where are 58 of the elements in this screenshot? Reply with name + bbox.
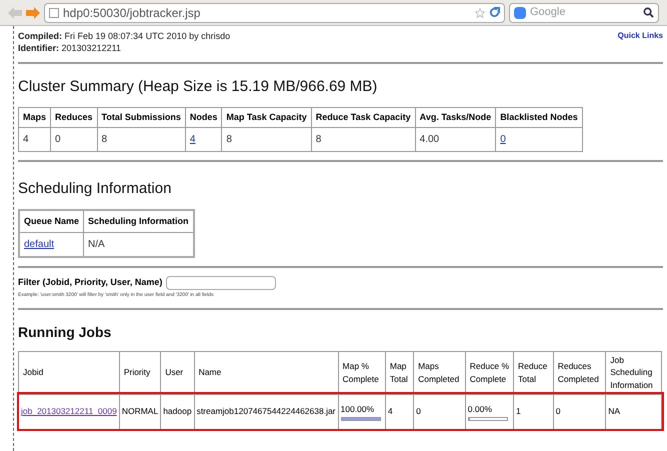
column-header: Blacklisted Nodes — [500, 112, 578, 122]
table-cell: 8 — [102, 134, 108, 145]
column-header: Reduces — [55, 112, 93, 122]
column-header: Maps — [23, 112, 46, 122]
filter-field[interactable] — [166, 276, 276, 290]
page-icon — [49, 8, 59, 18]
search-icon[interactable] — [643, 7, 654, 18]
address-text: hdp0:50030/jobtracker.jsp — [63, 4, 202, 22]
table-cell: hadoop — [163, 406, 192, 416]
table-cell: 0 — [556, 406, 560, 416]
column-header: Map % Complete — [342, 360, 379, 384]
table-cell: 8 — [316, 134, 322, 145]
percent-text: 100.00% — [340, 402, 376, 416]
table-cell: 0 — [416, 406, 421, 416]
table-cell-link[interactable]: 4 — [190, 134, 196, 145]
percent-text: 0.00% — [468, 402, 493, 416]
table-cell: 4 — [23, 134, 29, 145]
table-cell: 4 — [388, 406, 393, 416]
search-placeholder: Google — [530, 5, 566, 20]
column-header: Jobid — [23, 367, 44, 378]
quick-links-link[interactable]: Quick Links — [618, 30, 663, 54]
address-bar[interactable]: hdp0:50030/jobtracker.jsp — [44, 2, 505, 22]
star-icon[interactable] — [475, 8, 485, 18]
column-header: Priority — [124, 367, 150, 378]
table-cell: N/A — [88, 239, 105, 250]
table-cell: streamjob1207467544224462638.jar — [196, 406, 336, 416]
column-header: User — [165, 367, 184, 378]
table-cell: 1 — [516, 406, 521, 416]
job-row[interactable]: job_201303212211_0009 NORMAL hadoop streamjob1207467544224462638.jar 100.00% 4 0 0.00% 1 0 NA — [18, 394, 662, 429]
column-header: Map Total — [390, 360, 408, 384]
section-title: Cluster Summary (Heap Size is 15.19 MB/966.69 MB) — [18, 77, 378, 97]
section-title: Scheduling Information — [18, 179, 172, 199]
column-header: Map Task Capacity — [226, 112, 307, 122]
column-header: Nodes — [190, 112, 218, 122]
reload-icon[interactable] — [489, 7, 500, 18]
filter-label: Filter (Jobid, Priority, User, Name) — [18, 276, 162, 290]
column-header: Maps Completed — [418, 360, 460, 384]
column-header: Reduce Total — [518, 360, 548, 384]
column-header: Job Scheduling Information — [610, 354, 653, 390]
forward-icon[interactable] — [26, 6, 40, 18]
table-cell: 8 — [226, 134, 232, 145]
column-header: Reduce Task Capacity — [316, 112, 411, 122]
table-cell: NA — [608, 406, 620, 416]
column-header: Queue Name — [24, 216, 80, 226]
back-icon[interactable] — [8, 6, 22, 18]
table-cell: NORMAL — [122, 406, 158, 416]
column-header: Avg. Tasks/Node — [420, 112, 492, 122]
table-cell: 0 — [55, 134, 61, 145]
section-title: Running Jobs — [18, 322, 112, 342]
column-header: Reduce % Complete — [470, 360, 509, 384]
column-header: Total Submissions — [102, 112, 181, 122]
column-header: Reduces Completed — [558, 360, 599, 384]
compiled-text: Compiled: Fri Feb 19 08:07:34 UTC 2010 by chrisdo — [18, 30, 230, 42]
identifier-text: Identifier: 201303212211 — [18, 42, 122, 54]
table-cell: 4.00 — [420, 134, 440, 145]
column-header: Scheduling Information — [88, 216, 189, 226]
table-cell-link[interactable]: 0 — [500, 134, 506, 145]
column-header: Name — [198, 367, 222, 378]
